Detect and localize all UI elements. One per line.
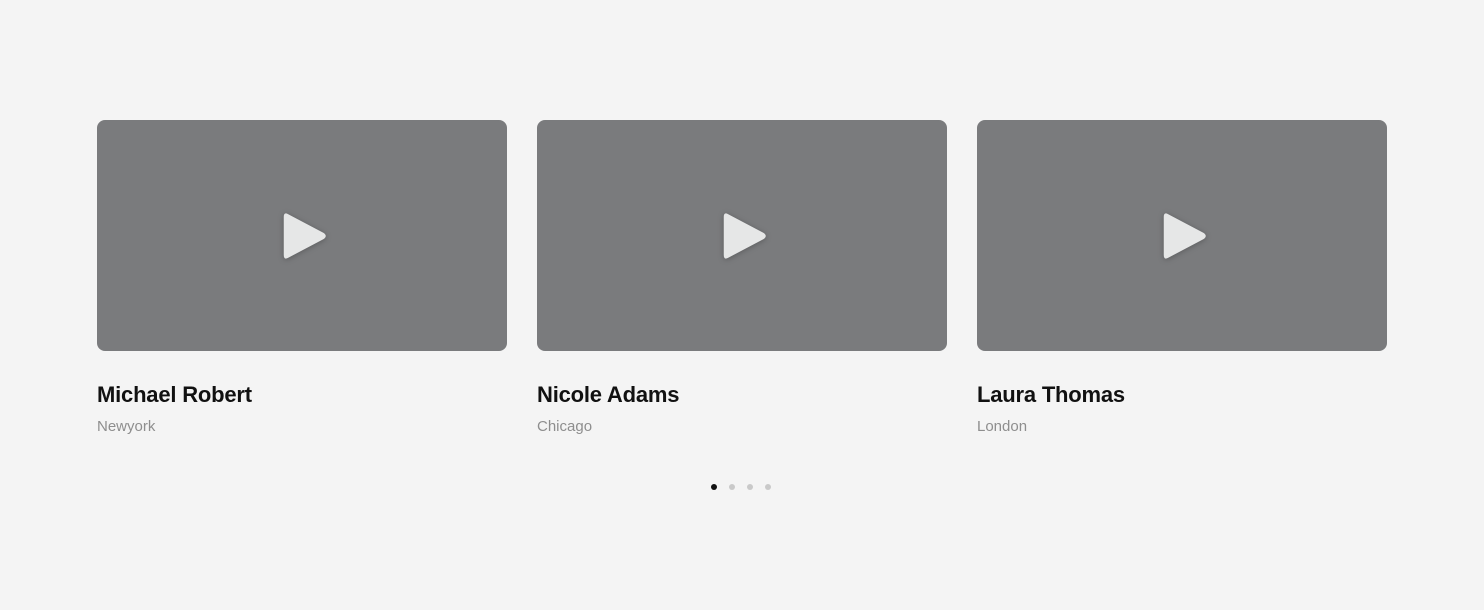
pagination-dot-3[interactable] xyxy=(747,484,753,490)
person-name: Nicole Adams xyxy=(537,382,680,407)
video-testimonial-carousel: Michael Robert Newyork Nicole Adams Chic… xyxy=(0,0,1484,610)
video-thumbnail[interactable] xyxy=(97,120,507,351)
pagination-dot-1[interactable] xyxy=(711,484,717,490)
pagination-dot-2[interactable] xyxy=(729,484,735,490)
person-location: Chicago xyxy=(537,418,593,435)
person-name: Laura Thomas xyxy=(977,382,1125,407)
play-icon[interactable] xyxy=(282,211,328,261)
video-card-laura-thomas: Laura Thomas London xyxy=(977,120,1387,437)
pagination-dot-4[interactable] xyxy=(765,484,771,490)
video-thumbnail[interactable] xyxy=(537,120,947,351)
video-card-michael-robert: Michael Robert Newyork xyxy=(97,120,507,437)
carousel-pagination xyxy=(711,483,771,491)
person-location: London xyxy=(977,418,1028,435)
play-icon[interactable] xyxy=(1162,211,1208,261)
person-name: Michael Robert xyxy=(97,382,252,407)
video-card-nicole-adams: Nicole Adams Chicago xyxy=(537,120,947,437)
video-thumbnail[interactable] xyxy=(977,120,1387,351)
person-location: Newyork xyxy=(97,418,156,435)
play-icon[interactable] xyxy=(722,211,768,261)
